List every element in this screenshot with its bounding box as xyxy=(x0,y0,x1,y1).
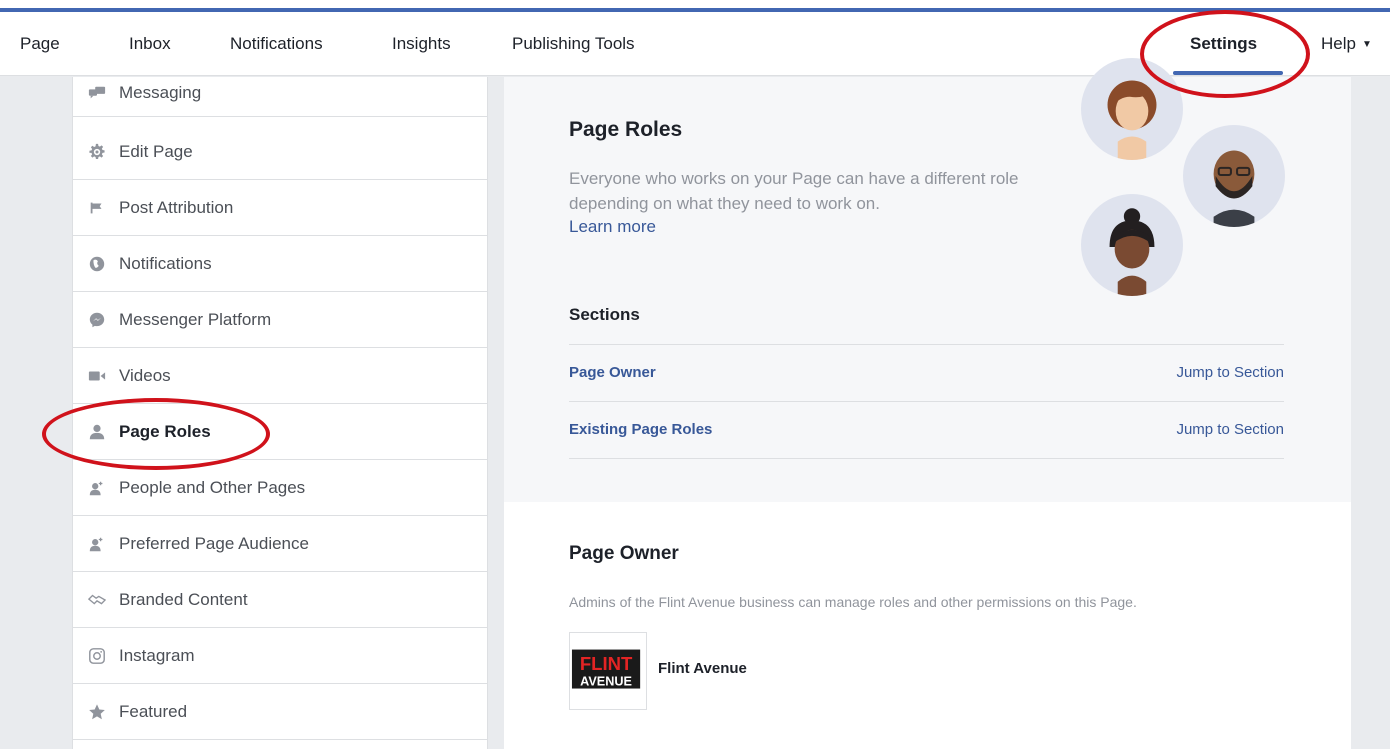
messaging-icon xyxy=(87,83,107,103)
avatar-illustration-woman xyxy=(1081,58,1183,160)
settings-sidebar: Messaging Edit Page Post Attribution Not… xyxy=(72,77,488,749)
page-owner-heading: Page Owner xyxy=(569,543,679,564)
section-divider xyxy=(569,458,1284,459)
sidebar-item-messenger-platform[interactable]: Messenger Platform xyxy=(73,293,487,348)
sidebar-item-preferred-page-audience[interactable]: Preferred Page Audience xyxy=(73,517,487,572)
jump-to-section-existing-page-roles[interactable]: Jump to Section xyxy=(1176,421,1284,438)
sidebar-item-messaging[interactable]: Messaging xyxy=(73,69,487,117)
star-icon xyxy=(87,702,107,722)
nav-inbox[interactable]: Inbox xyxy=(129,34,171,54)
person-icon xyxy=(87,422,107,442)
caret-down-icon: ▼ xyxy=(1361,39,1372,50)
sidebar-item-label: Branded Content xyxy=(119,590,248,609)
logo-text-top: FLINT xyxy=(580,653,633,674)
nav-publishing-tools[interactable]: Publishing Tools xyxy=(512,34,635,54)
flag-icon xyxy=(87,198,107,218)
avatar-illustration-woman-bun xyxy=(1081,194,1183,296)
sidebar-item-label: Messenger Platform xyxy=(119,310,272,329)
page-roles-description: Everyone who works on your Page can have… xyxy=(569,169,1019,213)
section-row-page-owner: Page Owner Jump to Section xyxy=(569,344,1284,401)
flint-avenue-logo-image: FLINT AVENUE xyxy=(570,633,646,709)
instagram-icon xyxy=(87,646,107,666)
section-row-existing-page-roles: Existing Page Roles Jump to Section xyxy=(569,401,1284,458)
nav-page[interactable]: Page xyxy=(20,34,60,54)
sidebar-item-edit-page[interactable]: Edit Page xyxy=(73,125,487,180)
jump-to-section-page-owner[interactable]: Jump to Section xyxy=(1176,364,1284,381)
sidebar-item-label: Post Attribution xyxy=(119,198,234,217)
sidebar-item-instagram[interactable]: Instagram xyxy=(73,629,487,684)
sidebar-item-featured[interactable]: Featured xyxy=(73,685,487,740)
right-gutter xyxy=(1351,77,1390,749)
nav-active-indicator xyxy=(1173,71,1283,75)
sidebar-item-notifications[interactable]: Notifications xyxy=(73,237,487,292)
sidebar-item-videos[interactable]: Videos xyxy=(73,349,487,404)
sidebar-item-label: Videos xyxy=(119,366,171,385)
avatar-illustration-man xyxy=(1183,125,1285,227)
nav-notifications[interactable]: Notifications xyxy=(230,34,323,54)
sidebar-item-label: Instagram xyxy=(119,646,195,665)
sidebar-item-label: Messaging xyxy=(119,82,202,102)
page-owner-description: Admins of the Flint Avenue business can … xyxy=(569,594,1137,610)
sidebar-item-label: Preferred Page Audience xyxy=(119,534,309,553)
page-owner-name[interactable]: Flint Avenue xyxy=(658,660,747,677)
page-owner-panel xyxy=(504,502,1351,749)
page-nav-bar: Page Inbox Notifications Insights Publis… xyxy=(0,12,1390,76)
video-camera-icon xyxy=(87,366,107,386)
section-link-page-owner[interactable]: Page Owner xyxy=(569,364,656,381)
sidebar-item-label: People and Other Pages xyxy=(119,478,306,497)
logo-text-bottom: AVENUE xyxy=(580,675,632,689)
people-icon xyxy=(87,534,107,554)
globe-icon xyxy=(87,254,107,274)
messenger-icon xyxy=(87,310,107,330)
sidebar-item-label: Featured xyxy=(119,702,188,721)
nav-insights[interactable]: Insights xyxy=(392,34,451,54)
nav-settings[interactable]: Settings xyxy=(1190,34,1257,54)
sidebar-item-page-roles[interactable]: Page Roles xyxy=(73,405,487,460)
page-title: Page Roles xyxy=(569,118,683,141)
sections-heading: Sections xyxy=(569,305,640,324)
top-accent-bar xyxy=(0,0,1390,12)
nav-help-label: Help xyxy=(1321,34,1356,53)
handshake-icon xyxy=(87,590,107,610)
gear-icon xyxy=(87,142,107,162)
sidebar-item-label: Page Roles xyxy=(119,422,211,441)
nav-help[interactable]: Help ▼ xyxy=(1321,34,1372,54)
sidebar-item-label: Notifications xyxy=(119,254,212,273)
sidebar-item-people-and-other-pages[interactable]: People and Other Pages xyxy=(73,461,487,516)
sidebar-item-post-attribution[interactable]: Post Attribution xyxy=(73,181,487,236)
section-link-existing-page-roles[interactable]: Existing Page Roles xyxy=(569,421,712,438)
learn-more-link[interactable]: Learn more xyxy=(569,217,656,237)
sidebar-item-branded-content[interactable]: Branded Content xyxy=(73,573,487,628)
people-icon xyxy=(87,478,107,498)
sidebar-item-label: Edit Page xyxy=(119,142,193,161)
flint-avenue-logo[interactable]: FLINT AVENUE xyxy=(569,632,647,710)
